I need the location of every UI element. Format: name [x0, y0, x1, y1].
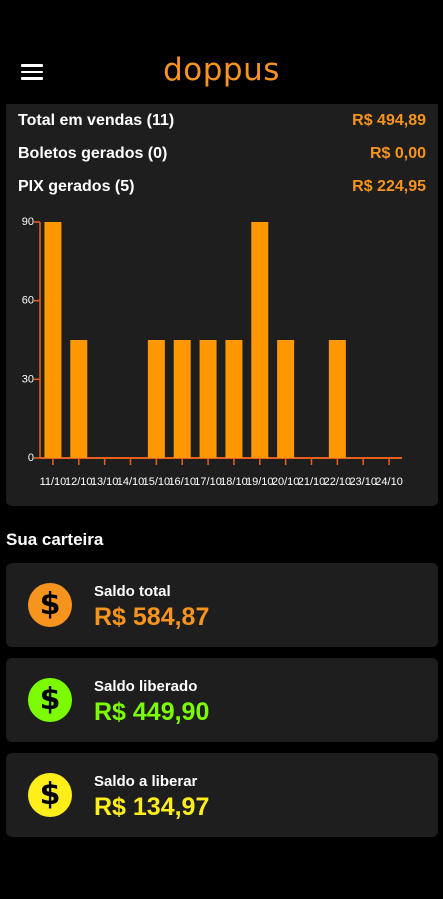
wallet-label: Saldo a liberar: [94, 773, 198, 790]
wallet-card-a-liberar[interactable]: $ Saldo a liberar R$ 134,97: [6, 753, 438, 837]
chart-x-tick-label: 13/10: [91, 476, 119, 488]
sales-row-value: R$ 494,89: [352, 112, 426, 129]
wallet-section-title: Sua carteira: [6, 530, 104, 549]
dollar-coin-icon: $: [28, 678, 72, 722]
chart-bar: [147, 340, 165, 458]
sales-row-value: R$ 224,95: [352, 178, 426, 195]
dollar-coin-icon: $: [28, 773, 72, 817]
chart-y-tick-label: 60: [22, 295, 34, 307]
wallet-label: Saldo liberado: [94, 678, 198, 695]
wallet-label: Saldo total: [94, 583, 171, 600]
dollar-coin-icon: $: [28, 583, 72, 627]
chart-x-tick-label: 12/10: [65, 476, 93, 488]
chart-bar: [225, 340, 243, 458]
app-logo: doppus: [163, 52, 280, 88]
chart-x-tick-label: 19/10: [246, 476, 274, 488]
wallet-value: R$ 134,97: [94, 793, 210, 821]
chart-x-tick-label: 18/10: [220, 476, 248, 488]
chart-y-tick-label: 0: [28, 452, 34, 464]
chart-bar: [70, 340, 88, 458]
sales-row-total: Total em vendas (11) R$ 494,89: [18, 109, 426, 133]
wallet-card-total[interactable]: $ Saldo total R$ 584,87: [6, 563, 438, 647]
sales-row-label: Boletos gerados (0): [18, 145, 168, 162]
app-header: doppus: [0, 0, 443, 104]
chart-svg: 0 30 60 90 11/1012/1013/1014/1015/1016/1017/…: [22, 216, 403, 488]
chart-x-tick-label: 21/10: [298, 476, 326, 488]
chart-x-tick-label: 24/10: [375, 476, 403, 488]
chart-x-tick-label: 17/10: [194, 476, 222, 488]
chart-x-tick-label: 16/10: [168, 476, 196, 488]
chart-x-tick-label: 14/10: [117, 476, 145, 488]
chart-y-tick-label: 90: [22, 216, 34, 228]
chart-bar: [173, 340, 191, 458]
chart-x-tick-label: 11/10: [40, 476, 67, 488]
chart-bar: [199, 340, 217, 458]
sales-row-boletos: Boletos gerados (0) R$ 0,00: [18, 142, 426, 166]
chart-bar: [251, 222, 269, 458]
sales-row-pix: PIX gerados (5) R$ 224,95: [18, 175, 426, 199]
chart-bar: [44, 222, 62, 458]
chart-y-tick-label: 30: [22, 373, 34, 385]
sales-row-value: R$ 0,00: [369, 145, 426, 162]
sales-summary-card: Total em vendas (11) R$ 494,89 Boletos g…: [6, 104, 438, 506]
wallet-value: R$ 584,87: [94, 603, 210, 631]
hamburger-menu-icon[interactable]: [21, 64, 43, 80]
sales-bar-chart: 0 30 60 90 11/10 12/10 13/10 14/10 15/10 16/10 17/…: [6, 216, 438, 506]
chart-bar: [328, 340, 346, 458]
chart-x-tick-label: 23/10: [349, 476, 377, 488]
chart-x-tick-label: 20/10: [272, 476, 300, 488]
chart-bar: [277, 340, 295, 458]
chart-x-tick-label: 15/10: [143, 476, 171, 488]
chart-x-tick-label: 22/10: [324, 476, 352, 488]
sales-row-label: Total em vendas (11): [18, 112, 175, 129]
wallet-value: R$ 449,90: [94, 698, 210, 726]
wallet-card-liberado[interactable]: $ Saldo liberado R$ 449,90: [6, 658, 438, 742]
sales-row-label: PIX gerados (5): [18, 178, 135, 195]
